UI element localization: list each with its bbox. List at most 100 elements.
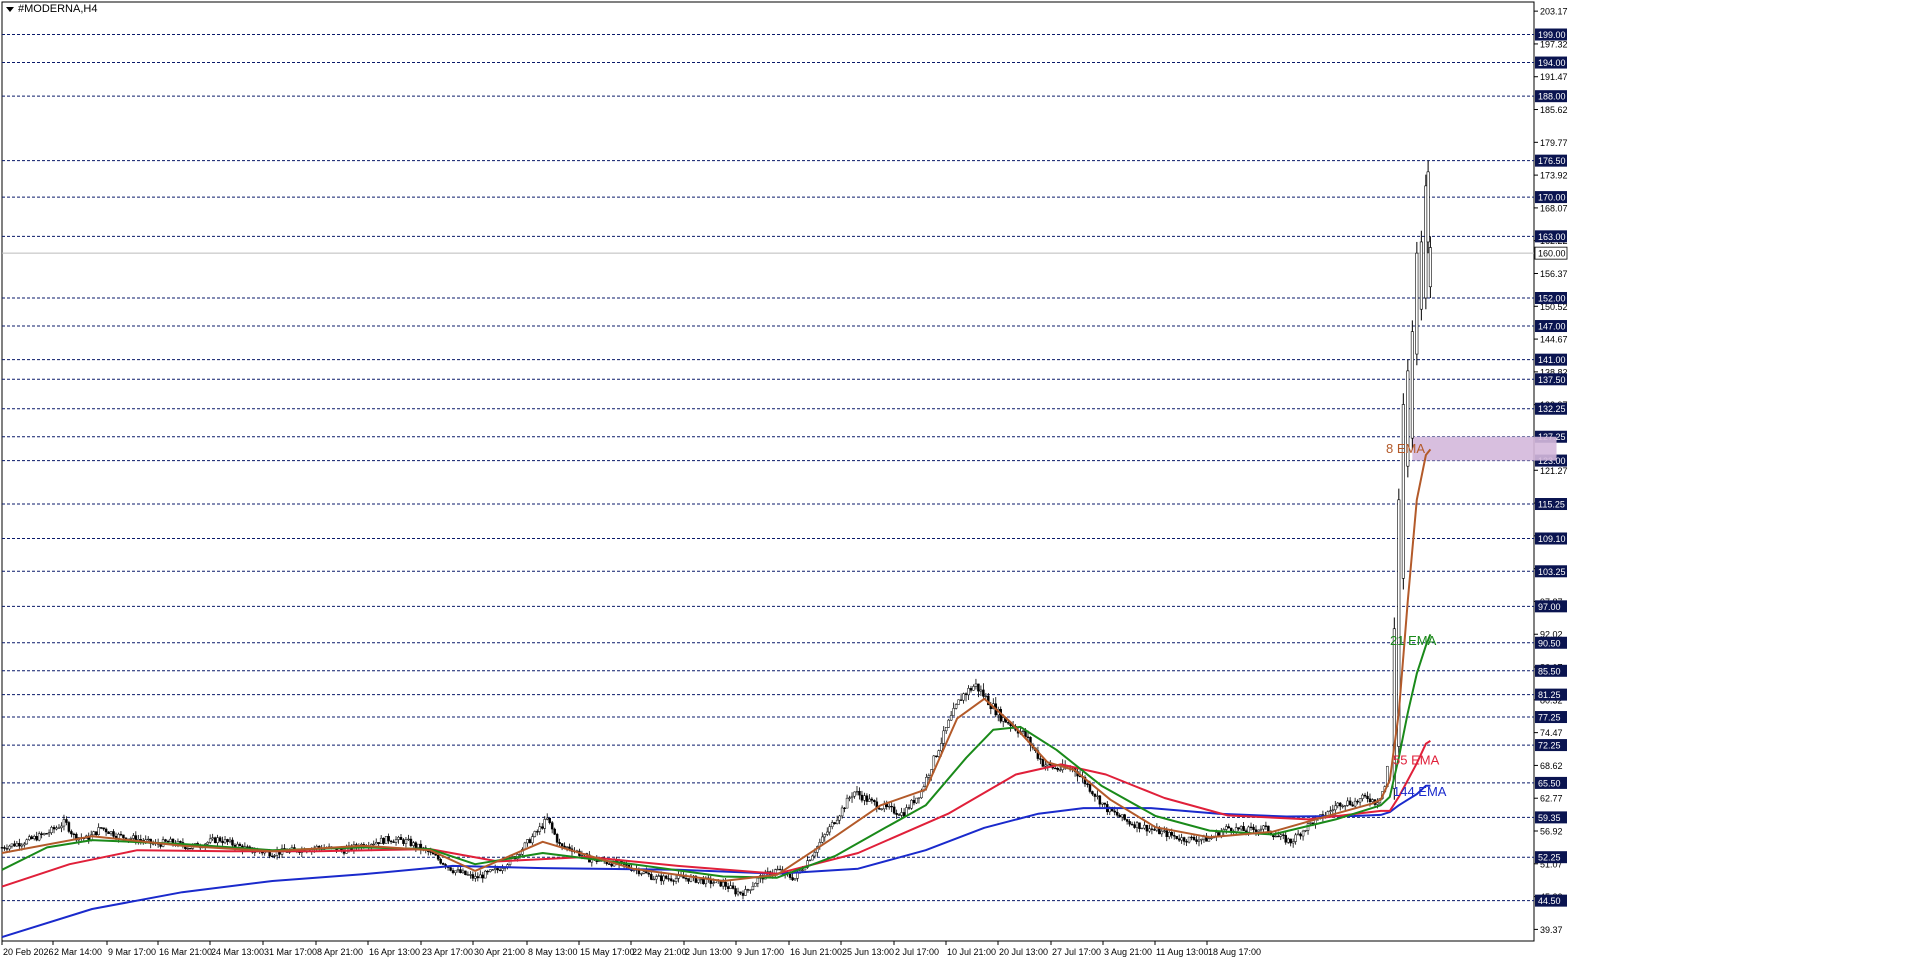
candle-body	[189, 847, 192, 850]
candle-body	[55, 827, 58, 830]
candle-body	[409, 838, 413, 846]
x-axis-tick-label: 10 Jul 21:00	[947, 947, 996, 957]
candle-body	[439, 858, 442, 864]
candle-body	[788, 873, 792, 878]
candle-body	[793, 878, 797, 881]
candle-body	[744, 889, 747, 896]
y-axis-tick-label: 191.47	[1540, 72, 1568, 82]
candle-body	[1348, 800, 1352, 806]
candle-body	[1125, 819, 1129, 822]
ema-zone-rect[interactable]	[1412, 436, 1557, 461]
candle-body	[1247, 826, 1250, 833]
candle-body	[1044, 764, 1047, 767]
x-axis-tick-label: 20 Jul 13:00	[999, 947, 1048, 957]
candle-body	[1138, 822, 1141, 829]
candle-body	[1039, 758, 1042, 760]
candle-body	[1185, 841, 1188, 843]
candle-body	[984, 695, 988, 698]
candle-body	[982, 689, 985, 697]
candle-body	[543, 819, 546, 829]
candle-body	[910, 799, 913, 809]
ema-144-line[interactable]	[1, 784, 1431, 939]
candle-body	[5, 848, 9, 850]
candle-body	[35, 836, 38, 841]
level-price-label: 81.25	[1538, 690, 1561, 700]
level-price-label: 199.00	[1538, 30, 1566, 40]
candle-body	[687, 878, 690, 882]
candle-body	[13, 843, 16, 847]
candle-body	[1341, 805, 1344, 808]
candle-body	[1200, 838, 1203, 841]
price-chart[interactable]: 203.17 197.32 191.47 185.62 179.77 173.92 168.…	[0, 0, 1916, 963]
candle-body	[496, 868, 499, 871]
candle-body	[944, 727, 948, 732]
candle-body	[270, 855, 274, 858]
candle-body	[206, 842, 209, 845]
candle-body	[791, 877, 794, 881]
candle-body	[1143, 824, 1146, 829]
candle-body	[1001, 717, 1005, 722]
candle-body	[830, 822, 834, 827]
candle-body	[550, 822, 554, 830]
candle-body	[139, 839, 143, 841]
candle-body	[826, 831, 829, 835]
candle-body	[900, 812, 903, 816]
candle-body	[850, 795, 854, 799]
candle-body	[486, 870, 489, 873]
level-price-label: 52.25	[1538, 853, 1561, 863]
candle-body	[471, 874, 475, 879]
candle-body	[1133, 824, 1136, 828]
candle-body	[62, 819, 66, 827]
candle-body	[1351, 804, 1354, 807]
candle-body	[169, 838, 172, 842]
level-price-label: 147.00	[1538, 322, 1566, 332]
candle-body	[52, 827, 56, 830]
candle-body	[949, 715, 953, 721]
x-axis-tick-label: 9 Mar 17:00	[108, 947, 156, 957]
candle-body	[1242, 826, 1245, 832]
y-axis-tick-label: 168.07	[1540, 203, 1568, 213]
ema-label-144-ema: 144 EMA	[1393, 784, 1447, 799]
dropdown-triangle-icon[interactable]	[6, 6, 14, 12]
candle-body	[526, 839, 529, 844]
candle-body	[1361, 794, 1364, 799]
candle-body	[1227, 826, 1230, 829]
candle-body	[464, 870, 467, 875]
candle-body	[498, 869, 502, 872]
ema-label-55-ema: 55 EMA	[1393, 752, 1440, 767]
candle-body	[1366, 795, 1369, 799]
candle-body	[702, 878, 705, 885]
candle-body	[712, 882, 715, 884]
candle-body	[972, 686, 975, 691]
candle-body	[1368, 798, 1372, 802]
candle-body	[1252, 826, 1255, 830]
candle-body	[476, 876, 480, 879]
candle-body	[536, 831, 539, 833]
candle-body	[213, 837, 217, 844]
candle-body	[1182, 837, 1186, 842]
candle-body	[10, 843, 14, 847]
symbol-title[interactable]: #MODERNA,H4	[6, 3, 97, 15]
candle-body	[231, 839, 234, 846]
candle-body	[57, 827, 61, 829]
level-price-label: 163.00	[1538, 232, 1566, 242]
level-price-label: 137.50	[1538, 375, 1566, 385]
candle-body	[1150, 828, 1154, 830]
candle-body	[1301, 830, 1305, 837]
candle-body	[164, 839, 167, 842]
candle-body	[580, 854, 584, 857]
candle-body	[501, 868, 504, 871]
candle-body	[1277, 835, 1280, 838]
candle-body	[94, 831, 98, 836]
candle-body	[545, 817, 549, 820]
ema-8-line[interactable]	[1, 448, 1432, 882]
candle-body	[107, 831, 110, 835]
candle-body	[1197, 839, 1201, 842]
candle-body	[848, 797, 851, 799]
candle-body	[97, 827, 100, 836]
candle-body	[962, 693, 965, 701]
candle-body	[47, 832, 51, 835]
candle-body	[1123, 814, 1126, 820]
candle-body	[1172, 835, 1176, 837]
candle-body	[957, 699, 960, 705]
